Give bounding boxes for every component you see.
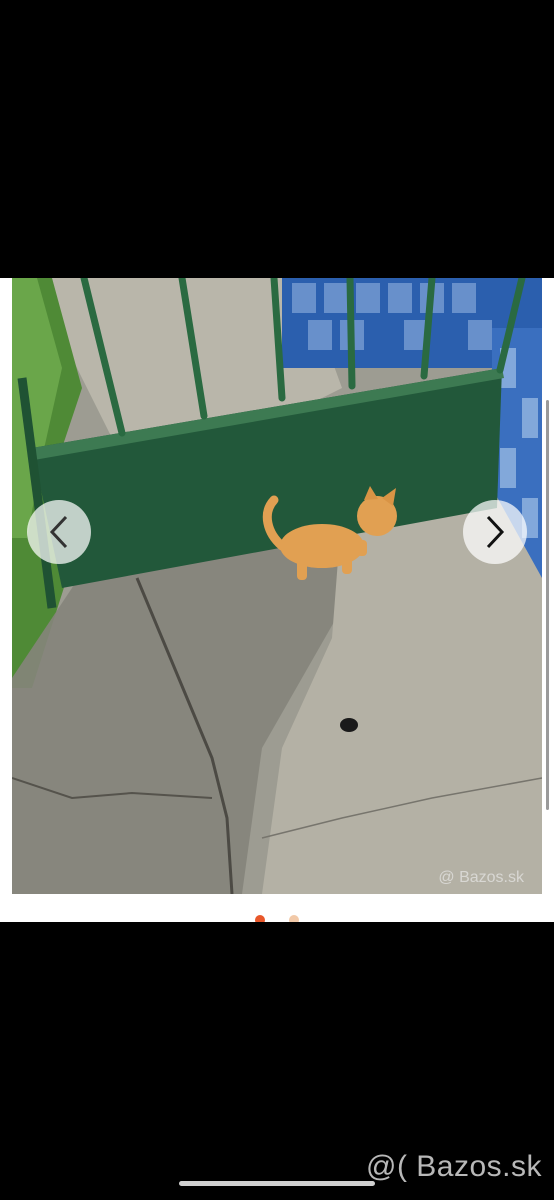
photo-watermark: @ Bazos.sk bbox=[438, 869, 524, 886]
page-dot[interactable] bbox=[289, 915, 299, 922]
chevron-left-icon bbox=[49, 515, 68, 549]
bazos-watermark: @( Bazos.sk bbox=[366, 1150, 542, 1183]
photo-kitten-by-gate bbox=[12, 278, 542, 894]
next-photo-button[interactable] bbox=[463, 500, 527, 564]
page-dot-active[interactable] bbox=[255, 915, 265, 922]
photo-page-indicator bbox=[0, 915, 554, 922]
listing-photo[interactable]: @ Bazos.sk bbox=[12, 278, 542, 894]
previous-photo-button[interactable] bbox=[27, 500, 91, 564]
chevron-right-icon bbox=[486, 515, 505, 549]
scrollbar[interactable] bbox=[546, 400, 549, 810]
image-viewer: @ Bazos.sk bbox=[0, 278, 554, 922]
home-indicator[interactable] bbox=[179, 1181, 375, 1186]
